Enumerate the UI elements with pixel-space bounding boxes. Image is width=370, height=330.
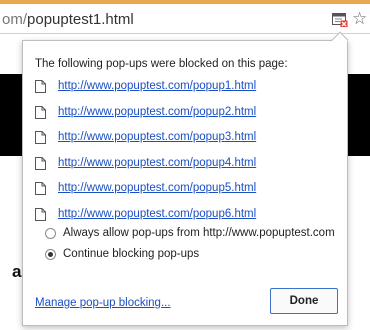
url-path: popuptest1.html — [27, 11, 134, 28]
url-prefix: om/ — [2, 11, 28, 28]
always-allow-option[interactable]: Always allow pop-ups from http://www.pop… — [45, 227, 335, 239]
list-item: http://www.popuptest.com/popup4.html — [35, 155, 335, 181]
always-allow-radio[interactable] — [45, 227, 56, 239]
blocked-popup-link[interactable]: http://www.popuptest.com/popup4.html — [58, 155, 256, 171]
continue-blocking-radio[interactable] — [45, 248, 56, 260]
popup-blocked-icon[interactable] — [332, 13, 348, 27]
blocked-popup-link[interactable]: http://www.popuptest.com/popup3.html — [58, 129, 256, 145]
url-text[interactable]: om/popuptest1.html — [2, 11, 134, 28]
address-bar[interactable]: om/popuptest1.html ☆ — [0, 4, 370, 34]
blocked-popup-list: http://www.popuptest.com/popup1.html htt… — [35, 78, 335, 232]
document-icon — [35, 105, 46, 119]
blocked-popup-link[interactable]: http://www.popuptest.com/popup5.html — [58, 180, 256, 196]
continue-blocking-label: Continue blocking pop-ups — [63, 248, 200, 260]
blocked-popup-link[interactable]: http://www.popuptest.com/popup6.html — [58, 206, 256, 222]
document-icon — [35, 131, 46, 145]
list-item: http://www.popuptest.com/popup5.html — [35, 180, 335, 206]
document-icon — [35, 182, 46, 196]
bookmark-star-icon[interactable]: ☆ — [352, 9, 367, 29]
document-icon — [35, 80, 46, 93]
list-item: http://www.popuptest.com/popup2.html — [35, 104, 335, 130]
document-icon — [35, 156, 46, 170]
continue-blocking-option[interactable]: Continue blocking pop-ups — [45, 248, 199, 260]
done-button[interactable]: Done — [270, 288, 338, 314]
manage-popup-blocking-link[interactable]: Manage pop-up blocking... — [35, 297, 171, 309]
document-icon — [35, 207, 46, 221]
list-item: http://www.popuptest.com/popup3.html — [35, 129, 335, 155]
page-text-fragment: a — [12, 262, 22, 281]
popup-blocked-bubble: The following pop-ups were blocked on th… — [22, 31, 349, 326]
blocked-popup-link[interactable]: http://www.popuptest.com/popup1.html — [58, 78, 256, 94]
list-item: http://www.popuptest.com/popup1.html — [35, 78, 335, 104]
always-allow-label: Always allow pop-ups from http://www.pop… — [63, 227, 335, 239]
bubble-header: The following pop-ups were blocked on th… — [35, 58, 288, 70]
blocked-popup-link[interactable]: http://www.popuptest.com/popup2.html — [58, 104, 256, 120]
